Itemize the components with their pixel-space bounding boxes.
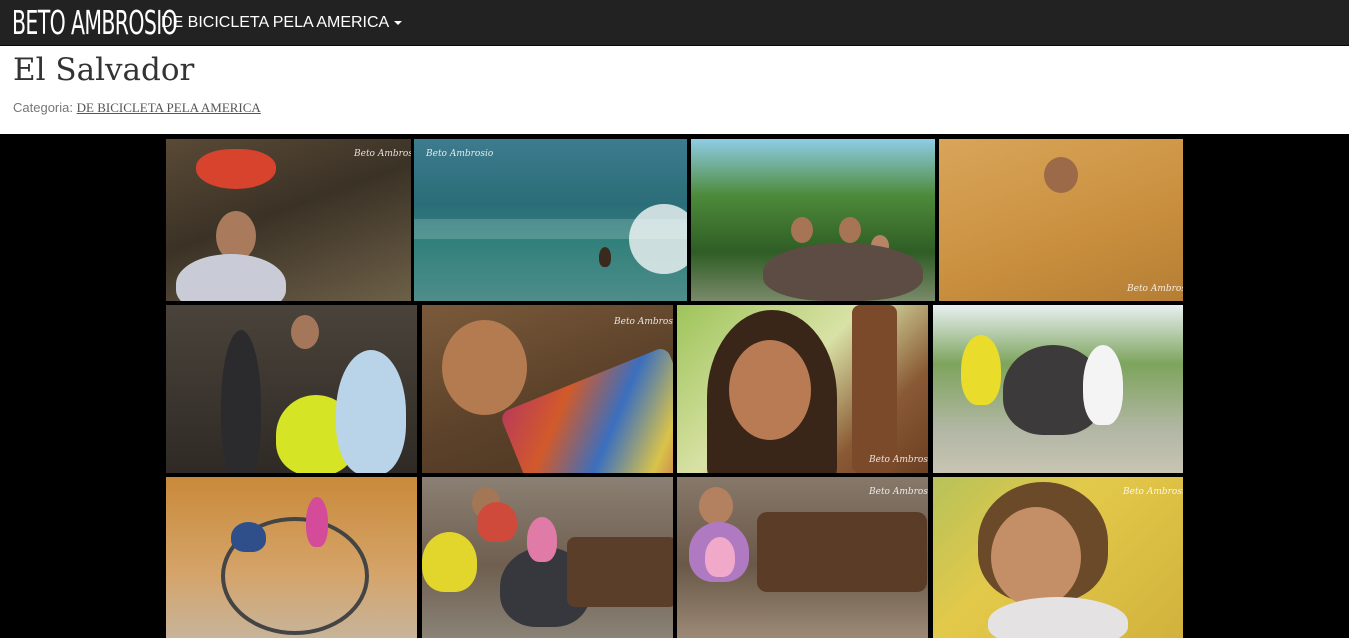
category-prefix: Categoria: [13,100,73,115]
watermark: Beto Ambrosio [614,317,673,327]
gallery-photo[interactable]: Beto Ambrosio [166,139,411,301]
gallery-photo[interactable] [691,139,935,301]
site-brand-logo[interactable]: BETO AMBROSIO [12,4,178,42]
category-line: Categoria: DE BICICLETA PELA AMERICA [13,100,261,116]
watermark: Beto Ambrosio [1127,284,1183,294]
caret-down-icon [394,20,403,25]
gallery-photo[interactable]: Beto Ambrosio [939,139,1183,301]
photo-gallery: Beto Ambrosio Beto Ambrosio Beto Ambrosi… [0,134,1349,638]
page-header: El Salvador Categoria: DE BICICLETA PELA… [0,46,1349,134]
watermark: Beto Ambrosio [354,149,411,159]
gallery-photo[interactable]: Beto Ambrosio [677,477,928,638]
watermark: Beto Ambrosio [1123,487,1183,497]
watermark: Beto Ambrosio [869,455,928,465]
gallery-photo[interactable] [166,305,417,473]
gallery-photo[interactable]: Beto Ambrosio [933,477,1183,638]
watermark: Beto Ambrosio [426,149,494,159]
gallery-photo[interactable]: Beto Ambrosio [414,139,687,301]
top-navbar: BETO AMBROSIO DE BICICLETA PELA AMERICA [0,0,1349,46]
page-title: El Salvador [13,52,195,88]
nav-menu-label: DE BICICLETA PELA AMERICA [161,14,390,31]
gallery-photo[interactable] [422,477,673,638]
nav-menu-dropdown[interactable]: DE BICICLETA PELA AMERICA [161,0,403,45]
gallery-photo[interactable]: Beto Ambrosio [677,305,928,473]
gallery-photo[interactable] [933,305,1183,473]
gallery-photo[interactable]: Beto Ambrosio [422,305,673,473]
watermark: Beto Ambrosio [869,487,928,497]
category-link[interactable]: DE BICICLETA PELA AMERICA [77,100,261,115]
gallery-photo[interactable] [166,477,417,638]
